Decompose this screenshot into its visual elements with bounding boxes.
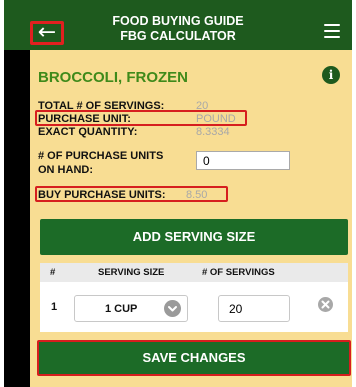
on-hand-label-line2: ON HAND: (38, 164, 93, 176)
serving-table: # SERVING SIZE # OF SERVINGS 1 1 CUP (40, 263, 348, 332)
header-title: FOOD BUYING GUIDE (112, 14, 244, 28)
on-hand-label-line1: # OF PURCHASE UNITS (38, 150, 164, 162)
app-header: ← FOOD BUYING GUIDE FBG CALCULATOR (4, 0, 352, 50)
hamburger-menu-icon[interactable] (324, 24, 340, 38)
food-name: BROCCOLI, FROZEN (38, 69, 188, 86)
buy-units-label: BUY PURCHASE UNITS: (38, 189, 166, 201)
buy-units-value: 8.50 (186, 189, 208, 201)
chevron-down-icon (164, 300, 181, 317)
on-hand-input[interactable] (196, 151, 290, 170)
serving-size-select[interactable]: 1 CUP (74, 295, 188, 322)
exact-quantity-value: 8.3334 (196, 126, 230, 138)
app-frame: ← FOOD BUYING GUIDE FBG CALCULATOR BROCC… (4, 0, 352, 387)
serving-size-value: 1 CUP (105, 303, 138, 315)
add-serving-size-button[interactable]: ADD SERVING SIZE (40, 219, 348, 255)
row-index: 1 (51, 301, 58, 313)
table-header: # SERVING SIZE # OF SERVINGS (40, 263, 348, 282)
calculator-panel: BROCCOLI, FROZEN i TOTAL # OF SERVINGS: … (30, 50, 352, 387)
header-subtitle: FBG CALCULATOR (120, 29, 236, 43)
remove-row-icon[interactable] (318, 297, 333, 312)
col-header-serving-size: SERVING SIZE (98, 267, 165, 278)
purchase-unit-value: POUND (196, 113, 236, 125)
servings-input[interactable] (218, 295, 290, 322)
col-header-servings: # OF SERVINGS (202, 267, 275, 278)
save-changes-button[interactable]: SAVE CHANGES (37, 340, 351, 376)
purchase-unit-label: PURCHASE UNIT: (38, 113, 131, 125)
exact-quantity-label: EXACT QUANTITY: (38, 126, 138, 138)
info-icon[interactable]: i (322, 66, 340, 84)
col-header-index: # (50, 267, 56, 278)
